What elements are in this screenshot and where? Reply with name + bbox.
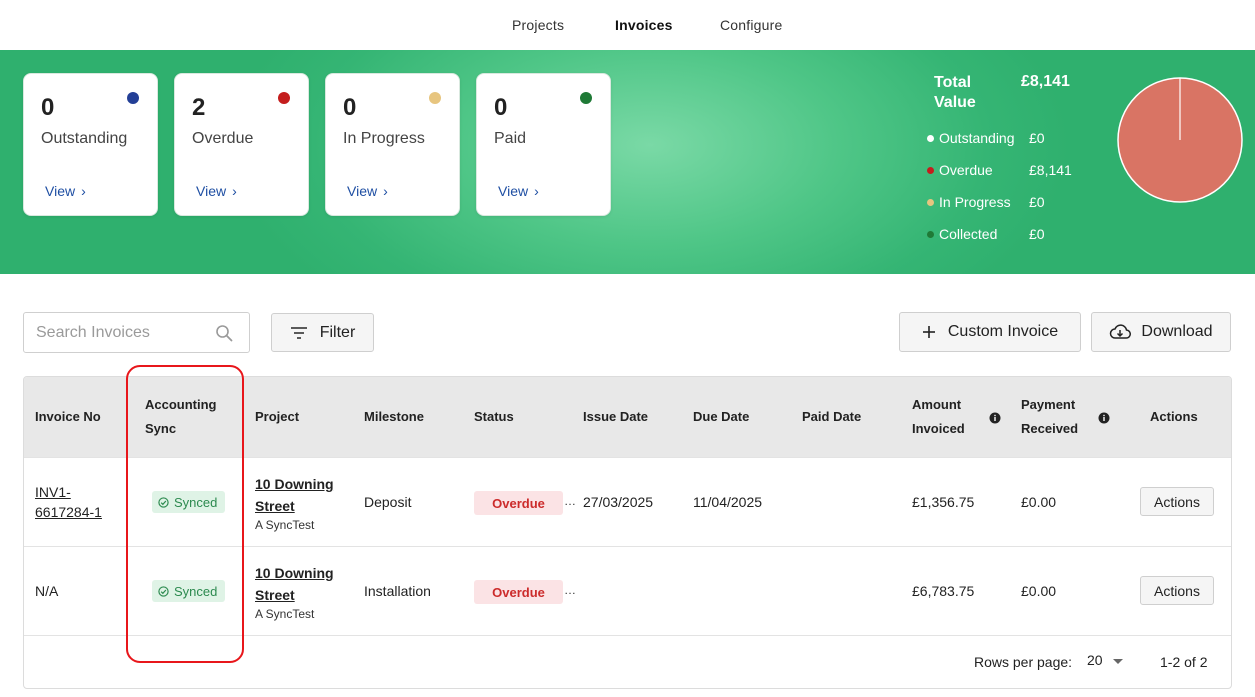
invoice-number-link[interactable]: INV1- 6617284-1: [35, 482, 102, 522]
project-cell: 10 Downing Street A SyncTest: [255, 562, 334, 621]
project-link[interactable]: 10 Downing Street: [255, 473, 334, 517]
paid-card: 0 Paid View ›: [476, 73, 611, 216]
project-customer: A SyncTest: [255, 518, 315, 532]
header-project[interactable]: Project: [255, 405, 299, 429]
header-invoice-no[interactable]: Invoice No: [35, 405, 101, 429]
status-badge: Overdue: [474, 580, 563, 604]
info-icon[interactable]: [1098, 412, 1110, 424]
card-label: In Progress: [343, 130, 425, 147]
amount-invoiced-cell: £6,783.75: [912, 583, 975, 599]
header-status[interactable]: Status: [474, 405, 514, 429]
legend-value: £0: [1029, 226, 1045, 242]
status-dot-icon: [127, 92, 139, 104]
download-label: Download: [1141, 323, 1213, 340]
card-count: 0: [343, 94, 357, 121]
overdue-card: 2 Overdue View ›: [174, 73, 309, 216]
download-button[interactable]: Download: [1091, 312, 1231, 352]
due-date-cell: 11/04/2025: [693, 494, 763, 510]
status-dot-icon: [580, 92, 592, 104]
legend-dot-icon: [927, 166, 934, 174]
card-count: 0: [494, 94, 508, 121]
chevron-right-icon: ›: [81, 183, 86, 199]
project-customer: A SyncTest: [255, 607, 315, 621]
nav-configure[interactable]: Configure: [720, 17, 783, 33]
row-actions-button[interactable]: Actions: [1140, 487, 1214, 516]
chevron-right-icon: ›: [232, 183, 237, 199]
header-issue-date[interactable]: Issue Date: [583, 405, 648, 429]
legend-value: £0: [1029, 130, 1045, 146]
issue-date-cell: 27/03/2025: [583, 494, 654, 510]
legend-in-progress: In Progress: [927, 194, 1011, 210]
custom-invoice-label: Custom Invoice: [947, 323, 1059, 340]
search-icon[interactable]: [215, 324, 233, 342]
header-payment-received[interactable]: Payment Received: [1021, 393, 1078, 441]
header-amount-invoiced[interactable]: Amount Invoiced: [912, 393, 965, 441]
search-box: [23, 312, 250, 353]
page-range: 1-2 of 2: [1160, 654, 1208, 670]
card-count: 2: [192, 94, 206, 121]
card-label: Overdue: [192, 130, 254, 147]
milestone-cell: Deposit: [364, 494, 412, 510]
search-input[interactable]: [36, 322, 206, 344]
card-count: 0: [41, 94, 55, 121]
view-in-progress-link[interactable]: View ›: [347, 183, 388, 199]
filter-label: Filter: [319, 323, 356, 341]
legend-outstanding: Outstanding: [927, 130, 1015, 146]
outstanding-card: 0 Outstanding View ›: [23, 73, 158, 216]
summary-hero: 0 Outstanding View › 2 Overdue View › 0 In…: [0, 50, 1255, 274]
cloud-download-icon: [1110, 324, 1132, 339]
status-dot-icon: [278, 92, 290, 104]
rows-per-page-label: Rows per page:: [974, 654, 1073, 670]
plus-icon: [922, 326, 935, 338]
legend-collected: Collected: [927, 226, 997, 242]
total-value-title: Total Value: [934, 74, 976, 111]
card-label: Outstanding: [41, 130, 128, 147]
milestone-cell: Installation: [364, 583, 431, 599]
chevron-right-icon: ›: [383, 183, 388, 199]
total-value-amount: £8,141: [1021, 73, 1070, 90]
row-actions-button[interactable]: Actions: [1140, 576, 1214, 605]
legend-dot-icon: [927, 230, 934, 238]
top-nav: Projects Invoices Configure: [0, 0, 1255, 50]
custom-invoice-button[interactable]: Custom Invoice: [899, 312, 1081, 352]
payment-received-cell: £0.00: [1021, 583, 1057, 599]
in-progress-card: 0 In Progress View ›: [325, 73, 460, 216]
legend-dot-icon: [927, 134, 934, 142]
rows-per-page-select[interactable]: 20: [1087, 652, 1123, 668]
filter-button[interactable]: Filter: [271, 313, 374, 352]
nav-projects[interactable]: Projects: [512, 17, 564, 33]
amount-invoiced-cell: £1,356.75: [912, 494, 975, 510]
invoice-number-cell: N/A: [35, 583, 59, 599]
view-paid-link[interactable]: View ›: [498, 183, 539, 199]
filter-icon: [290, 326, 307, 339]
status-overflow: …: [564, 494, 576, 508]
legend-value: £8,141: [1029, 162, 1072, 178]
info-icon[interactable]: [989, 412, 1001, 424]
card-label: Paid: [494, 130, 527, 147]
legend-overdue: Overdue: [927, 162, 993, 178]
project-cell: 10 Downing Street A SyncTest: [255, 473, 334, 532]
accounting-sync-highlight: [126, 365, 244, 663]
total-value-pie-chart: [1117, 77, 1243, 203]
chevron-right-icon: ›: [534, 183, 539, 199]
status-badge: Overdue: [474, 491, 563, 515]
status-dot-icon: [429, 92, 441, 104]
view-outstanding-link[interactable]: View ›: [45, 183, 86, 199]
header-actions: Actions: [1150, 409, 1198, 424]
payment-received-cell: £0.00: [1021, 494, 1057, 510]
caret-down-icon: [1112, 658, 1123, 664]
nav-invoices[interactable]: Invoices: [615, 17, 673, 33]
project-link[interactable]: 10 Downing Street: [255, 562, 334, 606]
legend-value: £0: [1029, 194, 1045, 210]
header-milestone[interactable]: Milestone: [364, 405, 424, 429]
legend-dot-icon: [927, 198, 934, 206]
header-paid-date[interactable]: Paid Date: [802, 405, 861, 429]
header-due-date[interactable]: Due Date: [693, 405, 749, 429]
status-overflow: …: [564, 583, 576, 597]
view-overdue-link[interactable]: View ›: [196, 183, 237, 199]
